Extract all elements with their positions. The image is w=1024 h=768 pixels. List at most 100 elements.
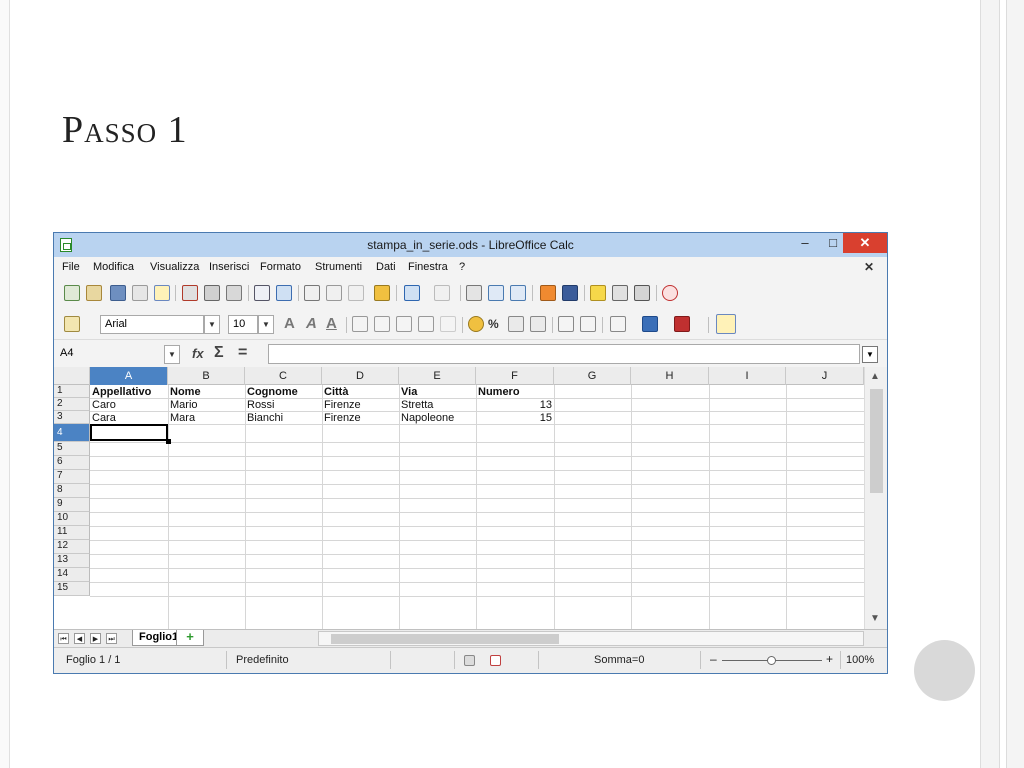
column-header-f[interactable]: F (476, 367, 554, 385)
row-header[interactable]: 3 (54, 411, 90, 424)
add-decimal-icon[interactable] (530, 316, 546, 332)
column-header-g[interactable]: G (554, 367, 631, 385)
column-header-c[interactable]: C (245, 367, 322, 385)
font-color-icon[interactable] (674, 316, 690, 332)
cell-f3[interactable]: 15 (476, 412, 554, 424)
expand-formula-bar-button[interactable]: ▼ (862, 346, 878, 363)
cell-a2[interactable]: Caro (90, 399, 168, 411)
save-icon[interactable] (110, 285, 126, 301)
column-header-b[interactable]: B (168, 367, 245, 385)
row-header[interactable]: 7 (54, 470, 90, 484)
pivot-table-icon[interactable] (562, 285, 578, 301)
navigator-icon[interactable] (590, 285, 606, 301)
close-document-icon[interactable]: ✕ (864, 260, 874, 274)
copy-icon[interactable] (326, 285, 342, 301)
function-wizard-icon[interactable]: fx (192, 346, 204, 361)
row-header[interactable]: 11 (54, 526, 90, 540)
row-header[interactable]: 14 (54, 568, 90, 582)
toggle-grid-icon[interactable] (716, 314, 736, 334)
autospell-icon[interactable] (276, 285, 292, 301)
cut-icon[interactable] (304, 285, 320, 301)
bold-icon[interactable]: A (284, 315, 295, 332)
row-header[interactable]: 9 (54, 498, 90, 512)
print-icon[interactable] (204, 285, 220, 301)
previous-sheet-icon[interactable]: ◀ (74, 633, 85, 644)
column-header-a[interactable]: A (90, 367, 168, 385)
menu-modifica[interactable]: Modifica (93, 261, 134, 273)
row-header[interactable]: 13 (54, 554, 90, 568)
align-right-icon[interactable] (396, 316, 412, 332)
first-sheet-icon[interactable]: ⏮ (58, 633, 69, 644)
cell-a1[interactable]: Appellativo (90, 386, 168, 398)
menu-formato[interactable]: Formato (260, 261, 301, 273)
cell-c3[interactable]: Bianchi (245, 412, 322, 424)
cell-b3[interactable]: Mara (168, 412, 245, 424)
spelling-icon[interactable] (254, 285, 270, 301)
help-icon[interactable] (662, 285, 678, 301)
menu-inserisci[interactable]: Inserisci (209, 261, 249, 273)
vertical-scroll-thumb[interactable] (870, 389, 883, 493)
column-header-e[interactable]: E (399, 367, 476, 385)
row-header[interactable]: 5 (54, 442, 90, 456)
zoom-out-button[interactable]: – (710, 652, 717, 666)
formula-equals-icon[interactable]: = (238, 344, 247, 362)
increase-indent-icon[interactable] (580, 316, 596, 332)
sum-icon[interactable]: Σ (214, 344, 224, 362)
page-style-status[interactable]: Predefinito (236, 654, 289, 666)
decrease-indent-icon[interactable] (558, 316, 574, 332)
vertical-scrollbar[interactable]: ▲ ▼ (864, 367, 887, 629)
font-name-box[interactable]: Arial (100, 315, 204, 334)
clone-formatting-icon[interactable] (374, 285, 390, 301)
chart-icon[interactable] (540, 285, 556, 301)
add-sheet-button[interactable]: + (176, 630, 204, 646)
hyperlink-icon[interactable] (466, 285, 482, 301)
align-center-icon[interactable] (374, 316, 390, 332)
last-sheet-icon[interactable]: ⏭ (106, 633, 117, 644)
sort-ascending-icon[interactable] (488, 285, 504, 301)
minimize-button[interactable]: – (791, 233, 819, 253)
cell-d2[interactable]: Firenze (322, 399, 399, 411)
underline-icon[interactable]: A (326, 315, 337, 332)
menu-strumenti[interactable]: Strumenti (315, 261, 362, 273)
horizontal-scroll-thumb[interactable] (331, 634, 559, 644)
italic-icon[interactable]: A (306, 315, 317, 332)
zoom-level[interactable]: 100% (846, 654, 874, 666)
row-header[interactable]: 8 (54, 484, 90, 498)
menu-file[interactable]: File (62, 261, 80, 273)
new-document-icon[interactable] (64, 285, 80, 301)
paste-icon[interactable] (348, 285, 364, 301)
scroll-down-icon[interactable]: ▼ (870, 613, 880, 624)
export-pdf-icon[interactable] (182, 285, 198, 301)
gallery-icon[interactable] (612, 285, 628, 301)
cell-c2[interactable]: Rossi (245, 399, 322, 411)
align-left-icon[interactable] (352, 316, 368, 332)
merge-cells-icon[interactable] (440, 316, 456, 332)
horizontal-scrollbar[interactable] (318, 631, 864, 646)
spreadsheet-grid[interactable]: A B C D E F G H I J 1 2 3 4 5 6 7 8 9 10… (54, 367, 887, 629)
cell-e1[interactable]: Via (399, 386, 476, 398)
selection-mode-icon[interactable] (464, 655, 475, 666)
corner-select-all[interactable] (54, 367, 90, 385)
cell-e3[interactable]: Napoleone (399, 412, 476, 424)
column-header-j[interactable]: J (786, 367, 864, 385)
row-header[interactable]: 1 (54, 385, 90, 398)
column-header-i[interactable]: I (709, 367, 786, 385)
font-size-dropdown[interactable]: ▼ (258, 315, 274, 334)
cell-b2[interactable]: Mario (168, 399, 245, 411)
menu-visualizza[interactable]: Visualizza (150, 261, 199, 273)
cell-e2[interactable]: Stretta (399, 399, 476, 411)
selected-cell-a4[interactable] (90, 424, 168, 441)
zoom-in-button[interactable]: + (826, 652, 833, 666)
row-header[interactable]: 10 (54, 512, 90, 526)
currency-icon[interactable] (468, 316, 484, 332)
cell-f2[interactable]: 13 (476, 399, 554, 411)
cell-d1[interactable]: Città (322, 386, 399, 398)
borders-icon[interactable] (610, 316, 626, 332)
column-header-d[interactable]: D (322, 367, 399, 385)
cell-a3[interactable]: Cara (90, 412, 168, 424)
background-color-icon[interactable] (642, 316, 658, 332)
formula-input[interactable] (268, 344, 860, 364)
column-header-h[interactable]: H (631, 367, 709, 385)
row-header[interactable]: 2 (54, 398, 90, 411)
row-header[interactable]: 12 (54, 540, 90, 554)
